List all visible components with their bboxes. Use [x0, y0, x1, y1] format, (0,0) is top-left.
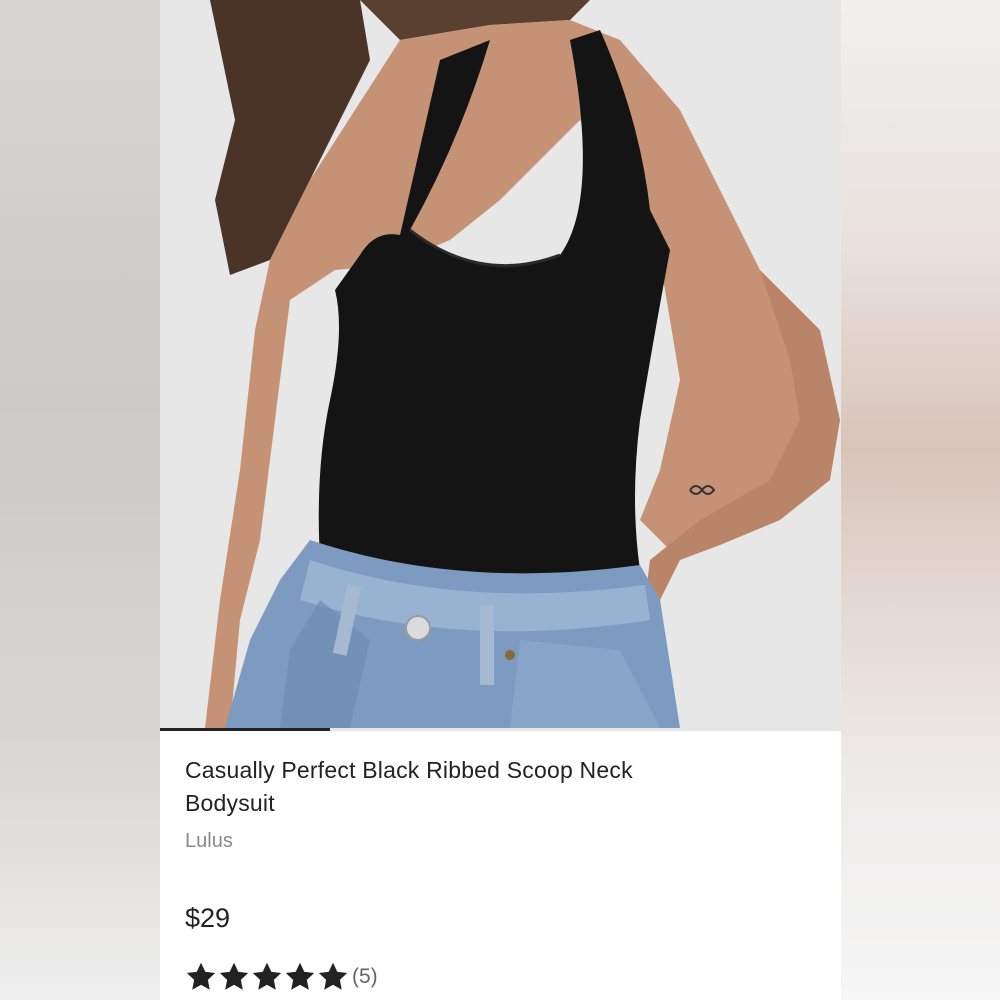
- product-rating[interactable]: (5): [185, 960, 378, 994]
- star-icon: [185, 961, 217, 993]
- gallery-progress-track: [160, 728, 841, 731]
- product-card[interactable]: Casually Perfect Black Ribbed Scoop Neck…: [160, 0, 841, 1000]
- star-icon: [251, 961, 283, 993]
- product-title-line-2: Bodysuit: [185, 790, 275, 816]
- backdrop-right: [841, 0, 1000, 1000]
- product-photo[interactable]: [160, 0, 841, 728]
- backdrop-left: [0, 0, 160, 1000]
- product-price: $29: [185, 903, 231, 933]
- product-title[interactable]: Casually Perfect Black Ribbed Scoop Neck…: [185, 754, 785, 820]
- product-brand[interactable]: Lulus: [185, 830, 233, 853]
- star-icon: [284, 961, 316, 993]
- review-count[interactable]: (5): [352, 965, 378, 989]
- product-title-line-1: Casually Perfect Black Ribbed Scoop Neck: [185, 757, 633, 783]
- rating-stars: [185, 961, 350, 993]
- star-icon: [218, 961, 250, 993]
- gallery-progress-indicator: [160, 728, 331, 731]
- star-icon: [317, 961, 349, 993]
